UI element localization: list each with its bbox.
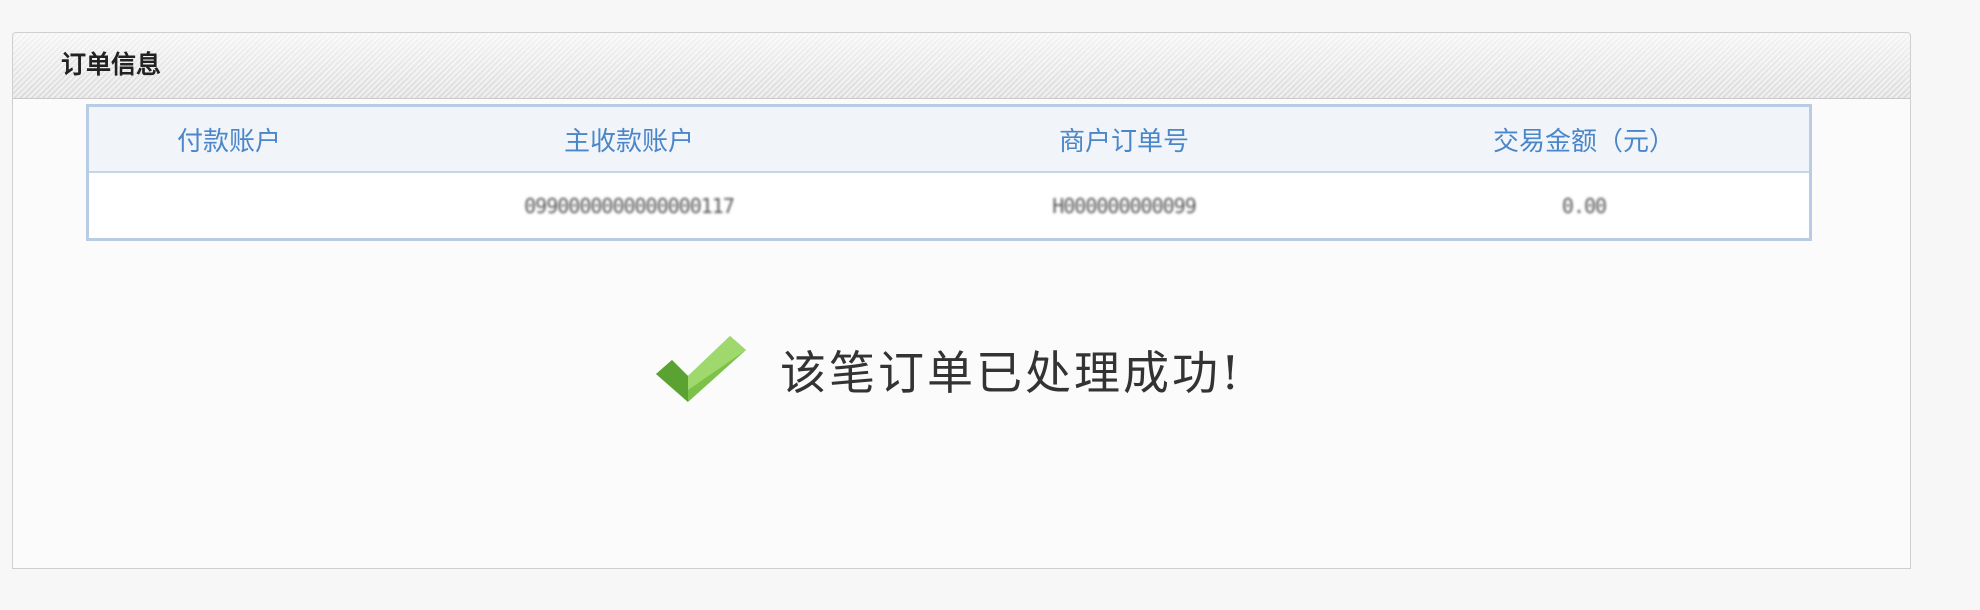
cell-merchant-order-no: H000000000099: [1052, 193, 1197, 218]
check-icon: [656, 336, 746, 402]
cell-payer-account: [89, 173, 369, 238]
cell-amount: 0.00: [1561, 193, 1607, 218]
table-row: 0990000000000000117 H000000000099 0.00: [89, 173, 1809, 238]
order-table: 付款账户 主收款账户 商户订单号 交易金额（元） 099000000000000…: [86, 104, 1812, 241]
success-message: 该笔订单已处理成功!: [650, 330, 1243, 410]
cell-payee-account: 0990000000000000117: [524, 193, 735, 218]
header-payee-account: 主收款账户: [563, 126, 694, 157]
header-amount: 交易金额（元）: [1492, 126, 1675, 157]
header-payer-account: 付款账户: [176, 126, 281, 157]
table-header-row: 付款账户 主收款账户 商户订单号 交易金额（元）: [89, 107, 1809, 173]
panel-title: 订单信息: [61, 50, 162, 79]
panel-header: [13, 33, 1910, 99]
success-text: 该笔订单已处理成功!: [780, 346, 1243, 400]
header-merchant-order-no: 商户订单号: [1058, 126, 1189, 157]
